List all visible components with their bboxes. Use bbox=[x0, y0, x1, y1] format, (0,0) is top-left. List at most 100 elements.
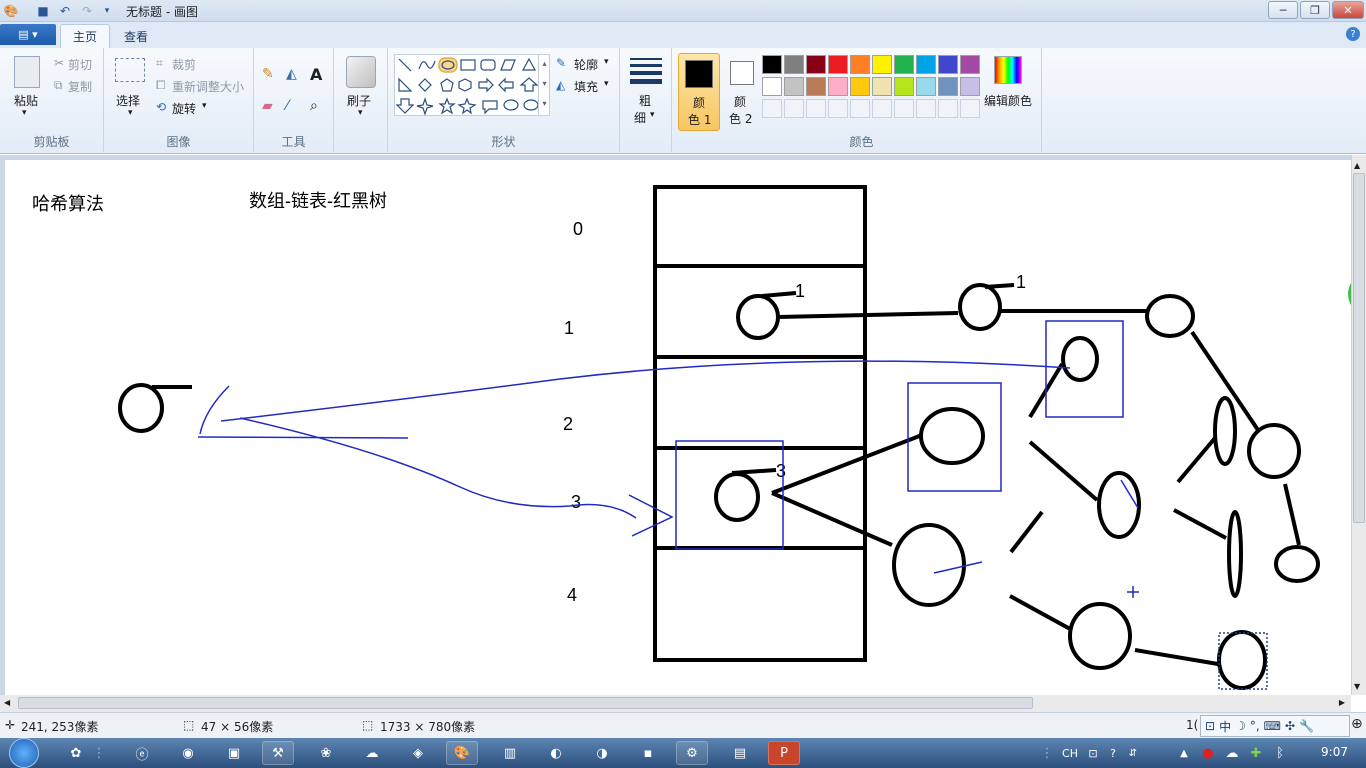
outline-icon[interactable]: ✎ bbox=[556, 56, 566, 70]
palette-color-swatch[interactable] bbox=[916, 77, 936, 96]
ime-punctuation-icon[interactable]: °, bbox=[1250, 719, 1260, 733]
select-icon[interactable] bbox=[115, 58, 145, 82]
palette-color-swatch[interactable] bbox=[784, 55, 804, 74]
rotate-icon[interactable]: ⟲ bbox=[156, 100, 166, 114]
show-hidden-icons[interactable]: ▲ bbox=[1174, 741, 1194, 765]
size-label-line2[interactable]: 细 bbox=[634, 109, 646, 126]
powerpoint-icon[interactable]: P bbox=[768, 741, 800, 765]
palette-color-swatch[interactable] bbox=[872, 77, 892, 96]
copy-icon[interactable]: ⧉ bbox=[54, 78, 63, 93]
scroll-left-icon[interactable]: ◀ bbox=[4, 698, 10, 707]
close-button[interactable]: ✕ bbox=[1332, 1, 1364, 19]
ime-dock-icon[interactable]: ⊡ bbox=[1205, 719, 1215, 733]
horizontal-scroll-thumb[interactable] bbox=[18, 697, 1033, 709]
zoom-in-icon[interactable]: ⊕ bbox=[1351, 716, 1363, 732]
save-icon[interactable]: ■ bbox=[34, 2, 52, 20]
chrome-browser-icon[interactable]: ◉ bbox=[172, 741, 204, 765]
palette-color-swatch[interactable] bbox=[784, 77, 804, 96]
line-width-icon[interactable] bbox=[630, 58, 662, 84]
redo-icon[interactable]: ↷ bbox=[78, 2, 96, 20]
fill-dropdown-icon[interactable]: ▾ bbox=[604, 79, 609, 89]
color-picker-icon[interactable]: ⁄ bbox=[286, 98, 288, 114]
color1-selector[interactable]: 颜 色 1 bbox=[678, 53, 720, 131]
resize-button[interactable]: 重新调整大小 bbox=[172, 78, 244, 95]
rotate-button[interactable]: 旋转 bbox=[172, 100, 196, 117]
magnifier-icon[interactable]: ⌕ bbox=[310, 98, 318, 114]
customize-quick-access-icon[interactable]: ▾ bbox=[98, 2, 116, 20]
taskbar-app-icon-8[interactable]: ◐ bbox=[540, 741, 572, 765]
palette-color-swatch[interactable] bbox=[850, 77, 870, 96]
ime-options-icon[interactable]: ⇵ bbox=[1124, 741, 1142, 765]
outline-button[interactable]: 轮廓 bbox=[574, 56, 598, 73]
scroll-up-icon[interactable]: ▲ bbox=[1354, 161, 1360, 170]
vertical-scroll-thumb[interactable] bbox=[1353, 173, 1365, 523]
scroll-down-icon[interactable]: ▼ bbox=[1354, 682, 1360, 691]
cut-button[interactable]: 剪切 bbox=[68, 56, 92, 73]
select-button[interactable]: 选择 bbox=[116, 92, 140, 109]
color2-selector[interactable]: 颜 色 2 bbox=[724, 53, 766, 131]
taskbar-app-icon-6[interactable]: ◈ bbox=[402, 741, 434, 765]
ime-help-icon[interactable]: ? bbox=[1104, 741, 1122, 765]
palette-custom-slot[interactable] bbox=[872, 99, 892, 118]
ime-dock-tray-icon[interactable]: ⊡ bbox=[1084, 741, 1102, 765]
scroll-right-icon[interactable]: ▶ bbox=[1339, 698, 1345, 707]
palette-color-swatch[interactable] bbox=[762, 77, 782, 96]
brush-icon[interactable] bbox=[346, 56, 376, 88]
palette-color-swatch[interactable] bbox=[938, 55, 958, 74]
shapes-gallery-scroll[interactable]: ▴ ▾ ▾ bbox=[538, 54, 550, 116]
palette-color-swatch[interactable] bbox=[960, 77, 980, 96]
edit-colors-icon[interactable] bbox=[994, 56, 1022, 84]
eraser-icon[interactable]: ▰ bbox=[262, 98, 273, 114]
palette-color-swatch[interactable] bbox=[762, 55, 782, 74]
taskbar-app-icon-5[interactable]: ☁ bbox=[356, 741, 388, 765]
resize-icon[interactable]: ⧠ bbox=[156, 78, 166, 93]
palette-color-swatch[interactable] bbox=[828, 77, 848, 96]
palette-color-swatch[interactable] bbox=[894, 77, 914, 96]
taskbar-app-icon-2[interactable]: ▣ bbox=[218, 741, 250, 765]
cut-icon[interactable]: ✂ bbox=[54, 56, 64, 70]
minimize-button[interactable]: ─ bbox=[1268, 1, 1298, 19]
clock[interactable]: 9:07 bbox=[1321, 745, 1348, 759]
palette-custom-slot[interactable] bbox=[938, 99, 958, 118]
ime-halfwidth-icon[interactable]: ☽ bbox=[1235, 719, 1246, 733]
paint-app-icon[interactable]: 🎨 bbox=[2, 2, 20, 20]
ime-keyboard-icon[interactable]: ⌨ bbox=[1264, 719, 1281, 733]
palette-color-swatch[interactable] bbox=[806, 77, 826, 96]
palette-custom-slot[interactable] bbox=[784, 99, 804, 118]
file-menu-button[interactable]: ▤ ▾ bbox=[0, 24, 56, 45]
paste-button[interactable]: 粘贴 bbox=[14, 92, 38, 109]
ime-language[interactable]: CH bbox=[1058, 741, 1082, 765]
drawing-canvas[interactable]: 哈希算法 数组-链表-红黑树 0 1 2 3 4 1 1 3 bbox=[5, 160, 1351, 695]
size-dropdown-icon[interactable]: ▾ bbox=[650, 110, 655, 120]
start-button[interactable] bbox=[4, 738, 44, 768]
palette-custom-slot[interactable] bbox=[806, 99, 826, 118]
paint-taskbar-icon[interactable]: 🎨 bbox=[446, 741, 478, 765]
palette-color-swatch[interactable] bbox=[850, 55, 870, 74]
copy-button[interactable]: 复制 bbox=[68, 78, 92, 95]
palette-color-swatch[interactable] bbox=[916, 55, 936, 74]
outline-dropdown-icon[interactable]: ▾ bbox=[604, 57, 609, 67]
brushes-dropdown-icon[interactable]: ▾ bbox=[358, 108, 363, 118]
size-label-line1[interactable]: 粗 bbox=[639, 92, 651, 109]
shapes-gallery[interactable] bbox=[394, 54, 550, 116]
taskbar-app-icon-7[interactable]: ▥ bbox=[494, 741, 526, 765]
bluetooth-icon[interactable]: ᛒ bbox=[1270, 741, 1290, 765]
help-icon[interactable]: ? bbox=[1346, 27, 1360, 41]
file-explorer-icon[interactable]: ▤ bbox=[724, 741, 756, 765]
palette-custom-slot[interactable] bbox=[960, 99, 980, 118]
palette-color-swatch[interactable] bbox=[894, 55, 914, 74]
tray-app-icon-1[interactable]: ● bbox=[1198, 741, 1218, 765]
vertical-scrollbar[interactable]: ▲ ▼ bbox=[1351, 155, 1366, 695]
paste-icon[interactable] bbox=[14, 56, 40, 88]
palette-color-swatch[interactable] bbox=[872, 55, 892, 74]
taskbar-app-icon-3[interactable]: ⚒ bbox=[262, 741, 294, 765]
palette-color-swatch[interactable] bbox=[806, 55, 826, 74]
palette-custom-slot[interactable] bbox=[762, 99, 782, 118]
taskbar-app-icon-9[interactable]: ◑ bbox=[586, 741, 618, 765]
crop-icon[interactable]: ⌗ bbox=[156, 56, 163, 71]
tray-app-icon-2[interactable]: ☁ bbox=[1222, 741, 1242, 765]
taskbar-app-icon-10[interactable]: ⚙ bbox=[676, 741, 708, 765]
ime-settings-icon[interactable]: 🔧 bbox=[1299, 719, 1314, 733]
palette-color-swatch[interactable] bbox=[960, 55, 980, 74]
edit-colors-button[interactable]: 编辑颜色 bbox=[984, 92, 1032, 109]
